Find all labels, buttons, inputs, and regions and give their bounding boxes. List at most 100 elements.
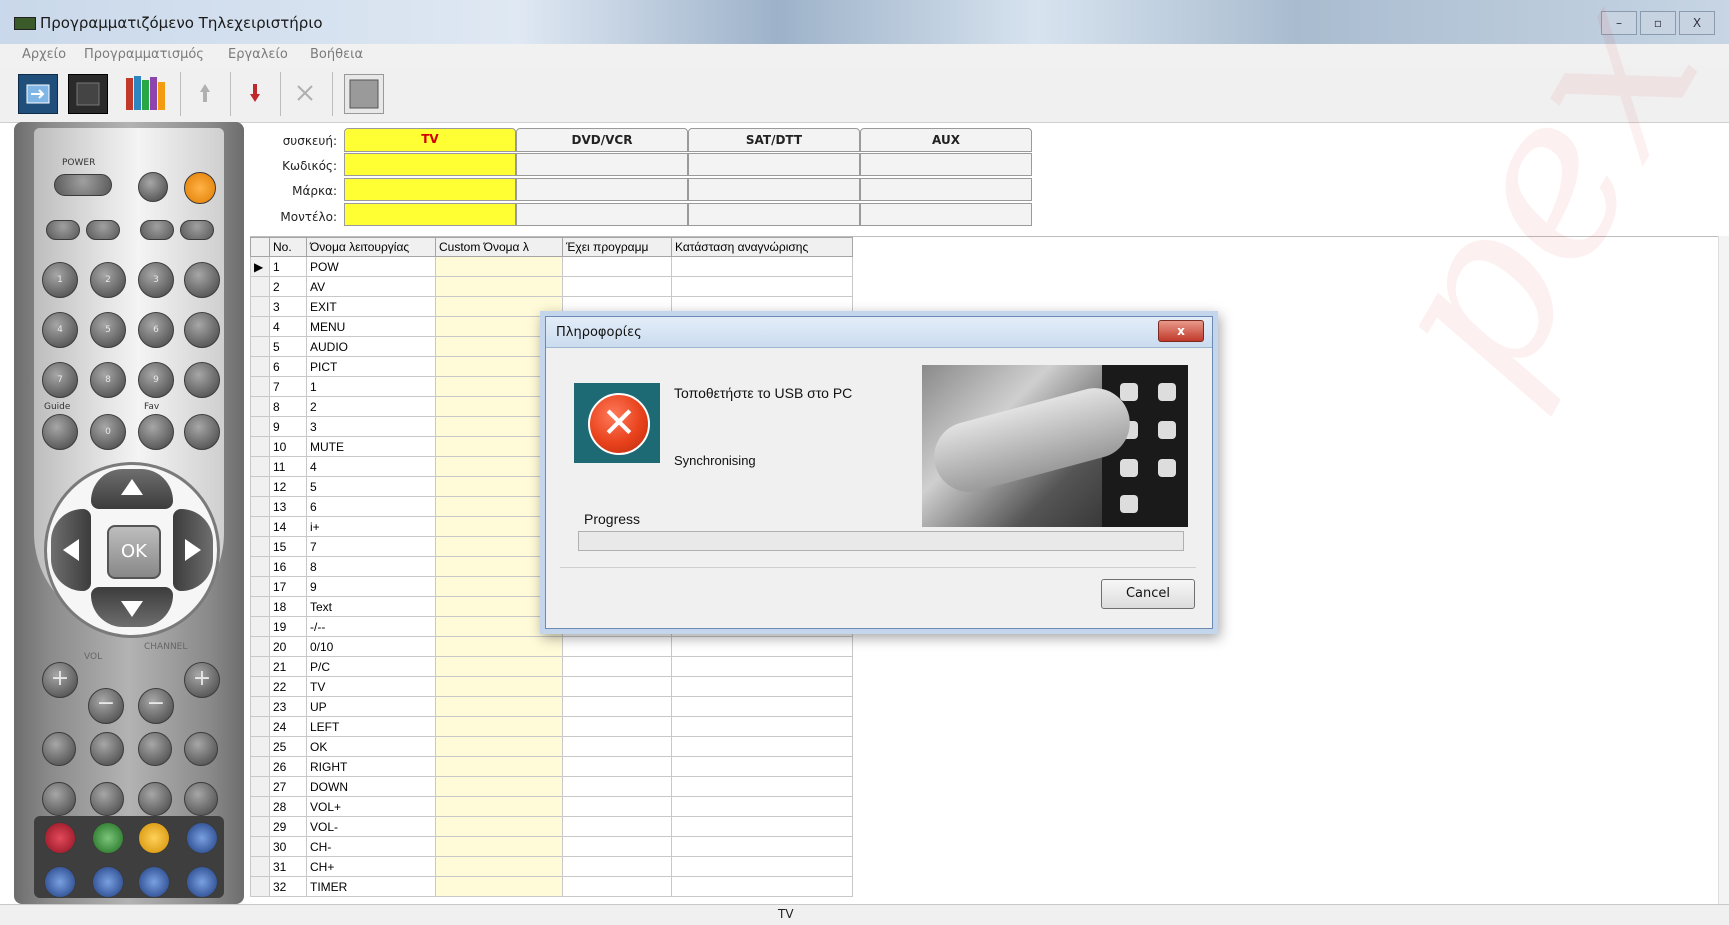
row-indicator[interactable] [250,756,270,777]
code-sat-field[interactable] [688,153,860,176]
row-number-cell[interactable]: 21 [269,656,307,677]
custom-name-cell[interactable] [435,676,563,697]
function-name-cell[interactable]: POW [306,256,436,277]
row-indicator[interactable] [250,336,270,357]
model-tv-field[interactable] [344,203,516,226]
function-name-cell[interactable]: AV [306,276,436,297]
custom-name-cell[interactable] [435,496,563,517]
key-5-button[interactable]: 5 [90,312,126,348]
programmed-cell[interactable] [562,776,672,797]
row-indicator[interactable] [250,776,270,797]
function-name-cell[interactable]: PICT [306,356,436,377]
table-row[interactable]: 29 VOL- [250,816,853,837]
recognition-status-cell[interactable] [671,296,853,317]
custom-name-cell[interactable] [435,396,563,417]
timer-button[interactable] [42,732,76,766]
menu-tools[interactable]: Εργαλείο [228,47,288,62]
table-row[interactable]: 21 P/C [250,656,853,677]
table-row[interactable]: 28 VOL+ [250,796,853,817]
key-9-button[interactable]: 9 [138,362,174,398]
pause-button[interactable] [138,732,172,766]
table-row[interactable]: 23 UP [250,696,853,717]
av-button[interactable] [138,172,168,202]
green-button[interactable] [92,822,124,854]
row-indicator[interactable] [250,656,270,677]
function-name-cell[interactable]: i+ [306,516,436,537]
table-row[interactable]: 27 DOWN [250,776,853,797]
key-1-button[interactable]: 1 [42,262,78,298]
function-name-cell[interactable]: TV [306,676,436,697]
brand-sat-field[interactable] [688,178,860,201]
programmed-cell[interactable] [562,856,672,877]
table-row[interactable]: 2 AV [250,276,853,297]
dash-button[interactable] [42,414,78,450]
row-indicator[interactable] [250,296,270,317]
row-indicator[interactable] [250,276,270,297]
function-name-cell[interactable]: 2 [306,396,436,417]
row-indicator[interactable] [250,536,270,557]
programmed-cell[interactable] [562,816,672,837]
recognition-status-cell[interactable] [671,696,853,717]
custom-name-cell[interactable] [435,616,563,637]
table-row[interactable]: 3 EXIT [250,296,853,317]
recognition-status-cell[interactable] [671,836,853,857]
function-name-cell[interactable]: P/C [306,656,436,677]
audio-button[interactable] [140,220,174,240]
function-name-cell[interactable]: AUDIO [306,336,436,357]
row-number-cell[interactable]: 15 [269,536,307,557]
programmed-cell[interactable] [562,276,672,297]
row-number-cell[interactable]: 26 [269,756,307,777]
function-name-cell[interactable]: CH+ [306,856,436,877]
dpad-left-button[interactable] [51,509,91,591]
row-number-cell[interactable]: 11 [269,456,307,477]
custom-name-cell[interactable] [435,636,563,657]
row-indicator[interactable] [250,876,270,897]
tv-mode-button[interactable] [44,866,76,898]
model-sat-field[interactable] [688,203,860,226]
custom-name-cell[interactable] [435,316,563,337]
power-orange-button[interactable] [184,172,216,204]
custom-name-cell[interactable] [435,536,563,557]
custom-name-cell[interactable] [435,376,563,397]
function-name-cell[interactable]: DOWN [306,776,436,797]
library-button[interactable] [124,74,165,112]
recognition-status-cell[interactable] [671,816,853,837]
menu-file[interactable]: Αρχείο [22,47,66,62]
dpad-down-button[interactable] [91,587,173,627]
vertical-scrollbar[interactable] [1718,236,1729,904]
table-row[interactable]: 20 0/10 [250,636,853,657]
row-number-cell[interactable]: 31 [269,856,307,877]
dpad-right-button[interactable] [173,509,213,591]
function-name-cell[interactable]: 3 [306,416,436,437]
custom-name-cell[interactable] [435,336,563,357]
custom-name-cell[interactable] [435,776,563,797]
table-row[interactable]: 24 LEFT [250,716,853,737]
brand-aux-field[interactable] [860,178,1032,201]
row-number-cell[interactable]: 16 [269,556,307,577]
key-0-button[interactable]: 0 [90,414,126,450]
row-number-cell[interactable]: 29 [269,816,307,837]
row-number-cell[interactable]: 24 [269,716,307,737]
row-indicator[interactable] [250,356,270,377]
mute-button[interactable] [184,262,220,298]
custom-name-cell[interactable] [435,356,563,377]
row-number-cell[interactable]: 18 [269,596,307,617]
row-number-cell[interactable]: 19 [269,616,307,637]
row-indicator[interactable] [250,836,270,857]
custom-name-cell[interactable] [435,696,563,717]
row-indicator[interactable] [250,436,270,457]
row-indicator[interactable] [250,456,270,477]
power-button[interactable] [54,174,112,196]
row-indicator[interactable] [250,856,270,877]
function-name-cell[interactable]: 7 [306,536,436,557]
row-indicator[interactable] [250,676,270,697]
programmed-cell[interactable] [562,796,672,817]
blue-button[interactable] [186,822,218,854]
row-indicator[interactable] [250,496,270,517]
red-button[interactable] [44,822,76,854]
col-programmed-header[interactable]: Έχει προγραμμ [562,237,672,257]
move-up-button[interactable] [186,74,224,112]
programmed-cell[interactable] [562,656,672,677]
recognition-status-cell[interactable] [671,676,853,697]
cancel-button[interactable]: Cancel [1101,579,1195,609]
